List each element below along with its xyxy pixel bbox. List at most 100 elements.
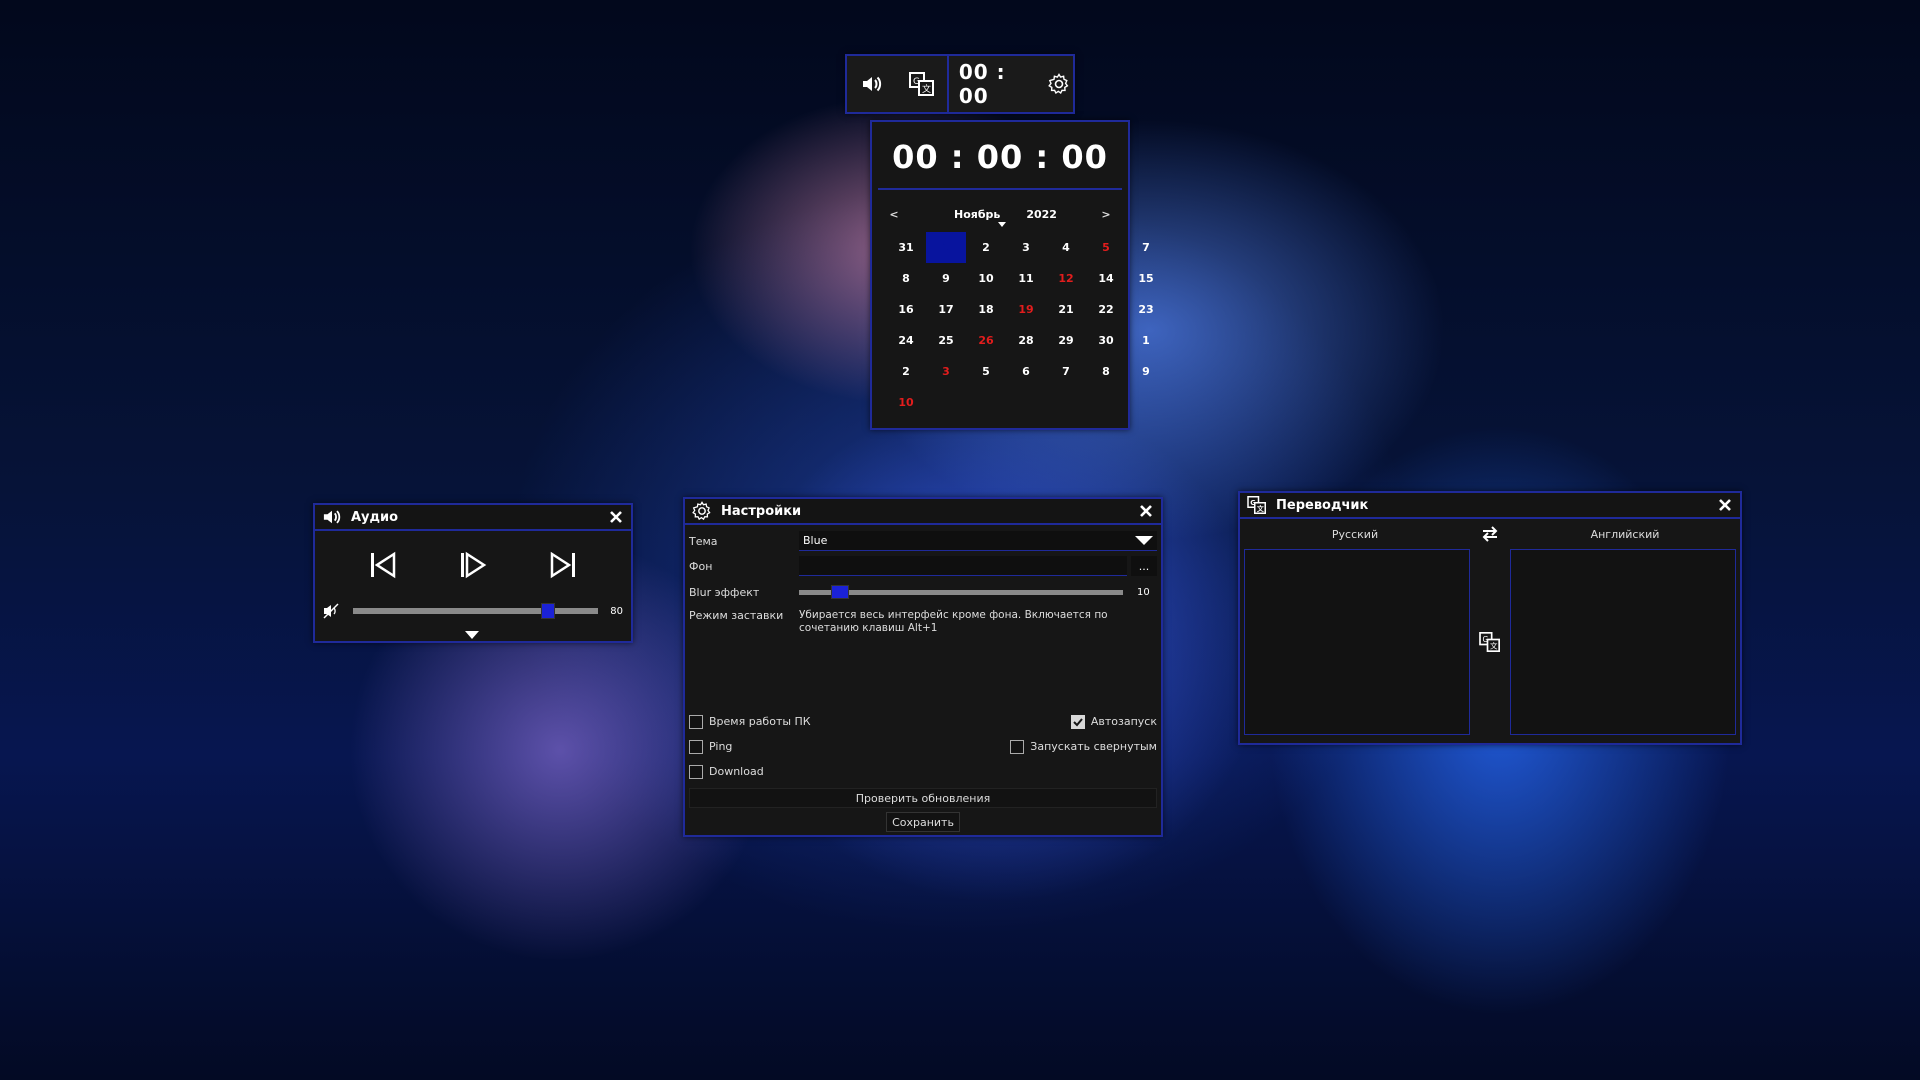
- theme-row: Тема Blue: [685, 529, 1161, 553]
- calendar-day[interactable]: 25: [926, 325, 966, 356]
- calendar-day[interactable]: 26: [966, 325, 1006, 356]
- audio-title: Аудио: [351, 509, 399, 525]
- calendar-day[interactable]: 29: [1046, 325, 1086, 356]
- calendar-day[interactable]: 8: [1086, 356, 1126, 387]
- browse-background-button[interactable]: ...: [1131, 556, 1157, 576]
- calendar-day[interactable]: 6: [1006, 356, 1046, 387]
- volume-slider-thumb[interactable]: [540, 603, 555, 619]
- close-audio-button[interactable]: [607, 508, 625, 526]
- translator-title: Переводчик: [1276, 497, 1369, 513]
- calendar-day[interactable]: 9: [926, 263, 966, 294]
- calendar-day[interactable]: 21: [1046, 294, 1086, 325]
- calendar-day[interactable]: 18: [966, 294, 1006, 325]
- calendar-day[interactable]: 17: [926, 294, 966, 325]
- calendar-day[interactable]: 10: [886, 387, 926, 418]
- audio-toggle-button[interactable]: [847, 56, 897, 112]
- toolbar-clock[interactable]: 00 : 00: [949, 60, 1045, 108]
- settings-titlebar[interactable]: Настройки: [685, 499, 1161, 525]
- previous-track-button[interactable]: [367, 549, 399, 581]
- calendar-day[interactable]: 1: [926, 232, 966, 263]
- source-language-select[interactable]: Русский: [1240, 528, 1470, 541]
- close-icon: [1140, 505, 1152, 517]
- gear-icon: [691, 500, 713, 522]
- translator-titlebar[interactable]: G文 Переводчик: [1240, 493, 1740, 519]
- source-text-input[interactable]: [1244, 549, 1471, 735]
- prev-month-button[interactable]: <: [884, 208, 904, 221]
- volume-slider[interactable]: [353, 603, 599, 619]
- checkbox-box[interactable]: [689, 714, 703, 729]
- calendar-day[interactable]: 31: [886, 232, 926, 263]
- month-select[interactable]: Ноябрь: [954, 208, 1006, 227]
- save-button[interactable]: Сохранить: [886, 812, 960, 832]
- blur-slider[interactable]: [799, 584, 1123, 599]
- calendar-day[interactable]: 5: [1086, 232, 1126, 263]
- calendar-day[interactable]: 9: [1126, 356, 1166, 387]
- translator-toggle-button[interactable]: G文: [897, 56, 947, 112]
- calendar-day[interactable]: 23: [1126, 294, 1166, 325]
- year-label[interactable]: 2022: [1026, 208, 1057, 221]
- calendar-day[interactable]: 28: [1006, 325, 1046, 356]
- calendar-day[interactable]: 30: [1086, 325, 1126, 356]
- translated-text-output[interactable]: [1509, 549, 1736, 735]
- calendar-day[interactable]: 1: [1126, 325, 1166, 356]
- autostart-checkbox[interactable]: Автозапуск: [1070, 714, 1157, 729]
- audio-titlebar[interactable]: Аудио: [315, 505, 631, 531]
- calendar-day[interactable]: 7: [1126, 232, 1166, 263]
- swap-languages-button[interactable]: [1470, 526, 1510, 542]
- checkbox-box[interactable]: [1010, 739, 1025, 754]
- translate-icon: G文: [909, 72, 935, 96]
- check-updates-button[interactable]: Проверить обновления: [689, 788, 1157, 808]
- calendar-grid: 31 1 2 3 4 5 7 8 9 10 11 12 14 15 16 17 18 19 21 22 23 24 25 26…: [872, 228, 1154, 418]
- calendar-day[interactable]: 3: [1006, 232, 1046, 263]
- mute-button[interactable]: [323, 603, 339, 619]
- digital-clock: 00 : 00 : 00: [878, 126, 1122, 190]
- calendar-day[interactable]: 22: [1086, 294, 1126, 325]
- calendar-day[interactable]: 11: [1006, 263, 1046, 294]
- start-minimized-checkbox[interactable]: Запускать свернутым: [1010, 739, 1157, 754]
- calendar-day[interactable]: 12: [1046, 263, 1086, 294]
- start-minimized-label: Запускать свернутым: [1030, 740, 1157, 753]
- blur-slider-thumb[interactable]: [830, 584, 849, 599]
- svg-text:G: G: [1250, 499, 1256, 507]
- checkbox-box[interactable]: [1070, 714, 1085, 729]
- skip-back-icon: [371, 551, 396, 579]
- settings-window: Настройки Тема Blue Фон ... Blur эффект …: [683, 497, 1163, 837]
- calendar-day[interactable]: 15: [1126, 263, 1166, 294]
- settings-toggle-button[interactable]: [1045, 56, 1073, 112]
- chevron-down-icon: [998, 221, 1006, 227]
- translate-button[interactable]: G文: [1470, 549, 1510, 735]
- svg-text:文: 文: [922, 83, 931, 95]
- translation-panes: G文: [1240, 549, 1740, 735]
- background-path-input[interactable]: [799, 556, 1127, 576]
- calendar-day[interactable]: 2: [966, 232, 1006, 263]
- close-translator-button[interactable]: [1716, 496, 1734, 514]
- next-track-button[interactable]: [547, 549, 579, 581]
- calendar-day[interactable]: 8: [886, 263, 926, 294]
- screensaver-row: Режим заставки Убирается весь интерфейс …: [685, 605, 1161, 709]
- expand-playlist-button[interactable]: [465, 631, 479, 639]
- theme-select[interactable]: Blue: [799, 531, 1157, 551]
- calendar-day[interactable]: 3: [926, 356, 966, 387]
- calendar-day[interactable]: 24: [886, 325, 926, 356]
- target-language-select[interactable]: Английский: [1510, 528, 1740, 541]
- calendar-day[interactable]: 10: [966, 263, 1006, 294]
- next-month-button[interactable]: >: [1096, 208, 1116, 221]
- calendar-day[interactable]: 19: [1006, 294, 1046, 325]
- calendar-day[interactable]: 7: [1046, 356, 1086, 387]
- close-settings-button[interactable]: [1137, 502, 1155, 520]
- language-row: Русский Английский: [1240, 519, 1740, 549]
- swap-icon: [1482, 526, 1498, 542]
- ping-checkbox[interactable]: Ping: [689, 739, 732, 754]
- calendar-day[interactable]: 5: [966, 356, 1006, 387]
- svg-text:文: 文: [1490, 641, 1498, 651]
- uptime-checkbox[interactable]: Время работы ПК: [689, 714, 811, 729]
- svg-text:G: G: [1483, 635, 1489, 644]
- calendar-day[interactable]: 14: [1086, 263, 1126, 294]
- calendar-day[interactable]: 16: [886, 294, 926, 325]
- calendar-day[interactable]: 4: [1046, 232, 1086, 263]
- checkbox-box[interactable]: [689, 739, 703, 754]
- play-button[interactable]: [457, 549, 489, 581]
- calendar-day[interactable]: 2: [886, 356, 926, 387]
- download-checkbox[interactable]: Download: [689, 764, 764, 779]
- checkbox-box[interactable]: [689, 764, 703, 779]
